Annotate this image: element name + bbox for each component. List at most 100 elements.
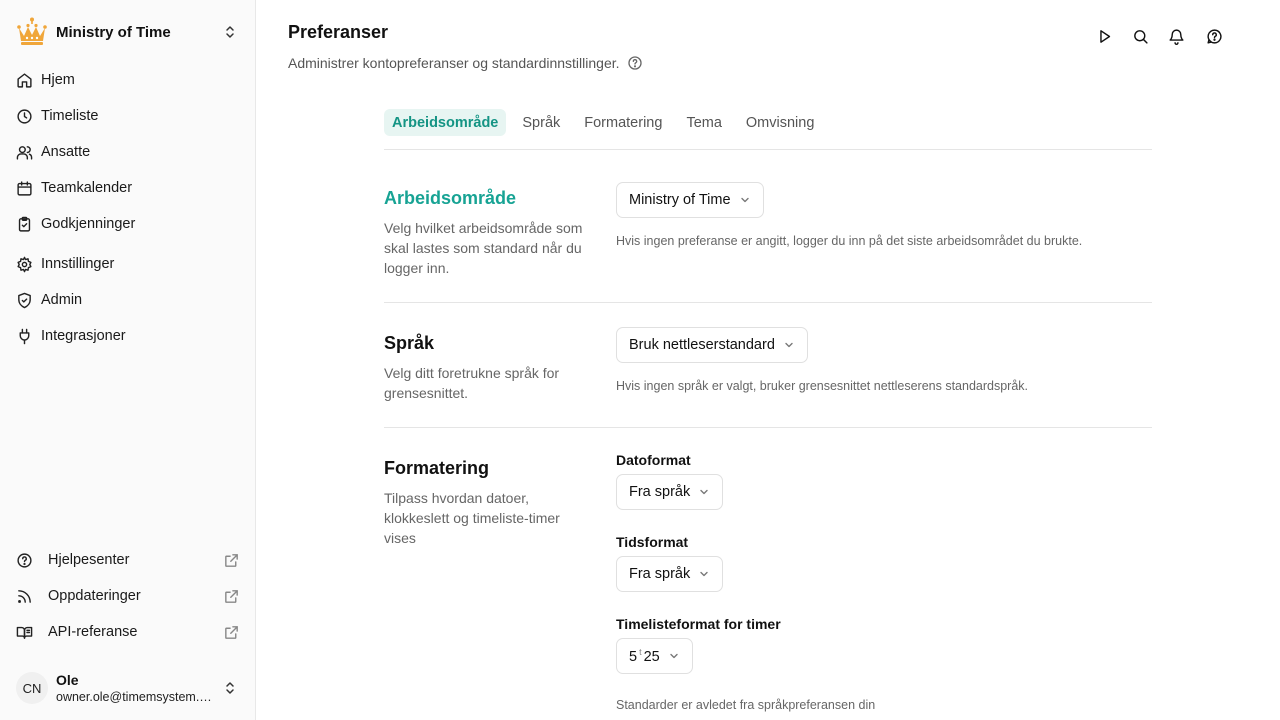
- hours-format-select[interactable]: 5 t 25: [616, 638, 693, 674]
- header-actions: [1094, 26, 1240, 46]
- secondary-nav: Hjelpesenter Oppdateringer API-referanse: [8, 542, 248, 650]
- hours-format-value-main: 5: [629, 648, 638, 665]
- sidebar-item-label: API-referanse: [48, 624, 138, 640]
- sidebar-item-admin[interactable]: Admin: [8, 282, 248, 318]
- sidebar-item-label: Hjem: [41, 72, 75, 88]
- support-chat-button[interactable]: [1204, 26, 1224, 46]
- search-icon: [1133, 29, 1148, 44]
- sidebar-item-label: Godkjenninger: [41, 216, 136, 232]
- user-name: Ole: [56, 671, 79, 688]
- clipboard-check-icon: [18, 216, 31, 232]
- clock-icon: [17, 108, 32, 124]
- sidebar-item-label: Ansatte: [41, 144, 91, 160]
- formatting-section-description: Tilpass hvordan datoer, klokkeslett og t…: [384, 490, 560, 546]
- hours-format-label: Timelisteformat for timer: [616, 616, 781, 632]
- user-menu[interactable]: CN Ole owner.ole@timemsystem.com: [16, 668, 240, 708]
- play-icon: [1099, 29, 1110, 43]
- play-button[interactable]: [1094, 26, 1114, 46]
- external-link-icon: [225, 625, 238, 639]
- sidebar-item-label: Hjelpesenter: [48, 552, 130, 568]
- hours-format-value-rest: 25: [643, 648, 660, 665]
- search-button[interactable]: [1130, 26, 1150, 46]
- workspace-select[interactable]: Ministry of Time: [616, 182, 764, 218]
- workspace-name: Ministry of Time: [56, 23, 171, 41]
- language-select-value: Bruk nettleserstandard: [629, 337, 775, 353]
- language-hint: Hvis ingen språk er valgt, bruker grense…: [616, 379, 1029, 393]
- sidebar-item-label: Innstillinger: [41, 256, 115, 272]
- sidebar-item-integrasjoner[interactable]: Integrasjoner: [8, 318, 248, 354]
- sidebar-item-label: Admin: [41, 292, 83, 308]
- external-link-icon: [225, 553, 238, 567]
- chevrons-up-down-icon: [226, 682, 234, 694]
- bell-icon: [1168, 28, 1184, 45]
- main-nav: Hjem Timeliste Ansatte Teamkalender Godk…: [8, 62, 248, 354]
- user-email: owner.ole@timemsystem.com: [56, 689, 212, 704]
- workspace-switcher[interactable]: Ministry of Time: [16, 16, 240, 48]
- user-info: Ole owner.ole@timemsystem.com: [56, 672, 222, 705]
- date-format-label: Datoformat: [616, 452, 691, 468]
- workspace-section-title: Arbeidsområde: [384, 188, 517, 208]
- sidebar-item-label: Teamkalender: [41, 180, 133, 196]
- chevron-down-icon: [740, 197, 749, 203]
- time-format-label: Tidsformat: [616, 534, 689, 550]
- home-icon: [17, 72, 32, 88]
- plug-icon: [19, 328, 30, 344]
- language-section-description: Velg ditt foretrukne språk for grensesni…: [384, 365, 560, 401]
- formatting-section-title: Formatering: [384, 458, 490, 478]
- page-title: Preferanser: [288, 22, 389, 42]
- sidebar-item-oppdateringer[interactable]: Oppdateringer: [8, 578, 248, 614]
- divider: [384, 302, 1152, 303]
- time-format-value: Fra språk: [629, 566, 691, 582]
- message-help-icon: [1206, 28, 1222, 44]
- chevron-down-icon: [700, 571, 708, 577]
- language-section: Språk Velg ditt foretrukne språk for gre…: [384, 327, 1152, 427]
- calendar-icon: [17, 180, 32, 196]
- date-format-select[interactable]: Fra språk: [616, 474, 724, 510]
- notifications-button[interactable]: [1166, 26, 1186, 46]
- divider: [384, 427, 1152, 428]
- chevrons-up-down-icon: [226, 26, 234, 38]
- tab-tema[interactable]: Tema: [678, 109, 729, 136]
- sidebar-item-label: Integrasjoner: [41, 328, 126, 344]
- book-icon: [16, 626, 33, 639]
- time-format-select[interactable]: Fra språk: [616, 556, 724, 592]
- rss-icon: [18, 589, 31, 603]
- workspace-section: Arbeidsområde Velg hvilket arbeidsområde…: [384, 182, 1152, 302]
- date-format-value: Fra språk: [629, 484, 691, 500]
- tab-sprak[interactable]: Språk: [514, 109, 568, 136]
- formatting-hint: Standarder er avledet fra språkpreferans…: [616, 698, 876, 712]
- sidebar-item-api-referanse[interactable]: API-referanse: [8, 614, 248, 650]
- chevron-down-icon: [700, 489, 708, 495]
- external-link-icon: [225, 589, 238, 603]
- sidebar-item-hjelpesenter[interactable]: Hjelpesenter: [8, 542, 248, 578]
- sidebar-item-innstillinger[interactable]: Innstillinger: [8, 246, 248, 282]
- users-icon: [16, 145, 33, 160]
- chevron-down-icon: [785, 342, 793, 348]
- tab-arbeidsomrade[interactable]: Arbeidsområde: [384, 109, 507, 136]
- gear-icon: [17, 256, 32, 272]
- workspace-hint: Hvis ingen preferanse er angitt, logger …: [616, 234, 1083, 248]
- page-subtitle-text: Administrer kontopreferanser og standard…: [288, 55, 620, 71]
- sidebar-item-timeliste[interactable]: Timeliste: [8, 98, 248, 134]
- crown-logo-icon: [17, 17, 47, 45]
- preferences-tabs: Arbeidsområde Språk Formatering Tema Omv…: [384, 109, 1152, 150]
- sidebar-item-ansatte[interactable]: Ansatte: [8, 134, 248, 170]
- help-circle-icon[interactable]: [627, 55, 643, 71]
- hours-format-value-sup: t: [639, 647, 642, 658]
- chevron-down-icon: [670, 653, 678, 659]
- page-subtitle: Administrer kontopreferanser og standard…: [288, 55, 643, 71]
- language-select[interactable]: Bruk nettleserstandard: [616, 327, 808, 363]
- shield-check-icon: [18, 292, 31, 308]
- tab-formatering[interactable]: Formatering: [576, 109, 670, 136]
- sidebar-item-hjem[interactable]: Hjem: [8, 62, 248, 98]
- sidebar-item-teamkalender[interactable]: Teamkalender: [8, 170, 248, 206]
- help-circle-icon: [17, 552, 32, 568]
- sidebar-item-label: Oppdateringer: [48, 588, 141, 604]
- sidebar-item-label: Timeliste: [41, 108, 99, 124]
- hours-format-value: 5 t 25: [629, 647, 660, 665]
- workspace-select-value: Ministry of Time: [629, 192, 731, 208]
- tab-omvisning[interactable]: Omvisning: [738, 109, 823, 136]
- workspace-section-description: Velg hvilket arbeidsområde som skal last…: [384, 220, 583, 276]
- sidebar-item-godkjenninger[interactable]: Godkjenninger: [8, 206, 248, 242]
- language-section-title: Språk: [384, 333, 435, 353]
